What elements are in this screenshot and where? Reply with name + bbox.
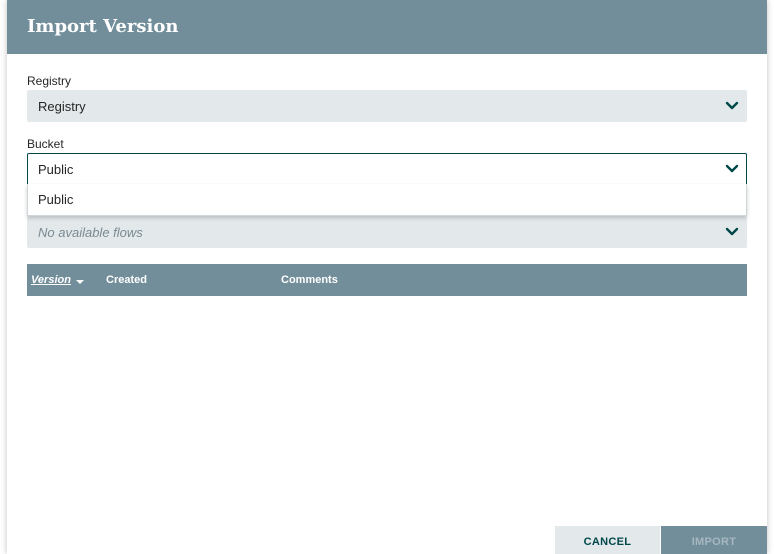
sort-descending-icon: [76, 280, 84, 284]
column-header-version[interactable]: Version: [31, 274, 71, 286]
bucket-label: Bucket: [27, 137, 64, 151]
bucket-select[interactable]: Public: [27, 153, 747, 185]
versions-table-header: Version Created Comments: [27, 264, 747, 296]
registry-label: Registry: [27, 74, 72, 88]
registry-select[interactable]: Registry: [27, 90, 747, 122]
bucket-option-public[interactable]: Public: [38, 192, 73, 207]
dialog-header: Import Version: [7, 0, 767, 54]
import-button[interactable]: IMPORT: [661, 526, 767, 554]
dialog-title: Import Version: [27, 16, 179, 37]
flow-select[interactable]: No available flows: [27, 216, 747, 248]
bucket-dropdown-list: Public: [27, 184, 747, 216]
chevron-down-icon: [725, 227, 739, 236]
cancel-button[interactable]: CANCEL: [555, 526, 660, 554]
flow-select-value: No available flows: [38, 225, 143, 240]
registry-select-value: Registry: [38, 99, 86, 114]
column-header-created[interactable]: Created: [106, 274, 147, 286]
bucket-select-value: Public: [38, 162, 74, 177]
chevron-down-icon: [725, 101, 739, 110]
chevron-down-icon: [725, 164, 739, 173]
column-header-comments[interactable]: Comments: [281, 274, 338, 286]
import-version-dialog: Import Version Registry Registry No avai…: [7, 0, 767, 554]
